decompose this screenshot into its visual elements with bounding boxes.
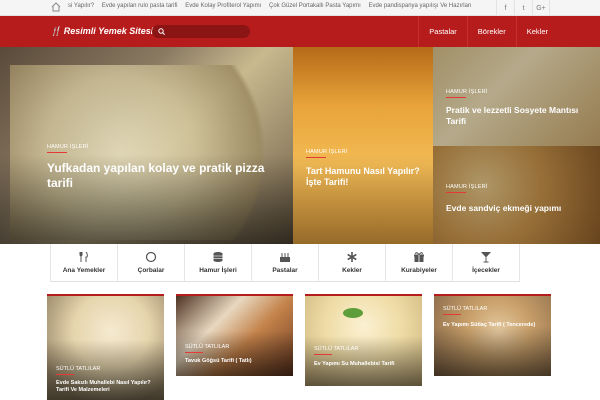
card-overlay [434,326,551,376]
category-badge[interactable]: HAMUR İŞLERİ [446,184,488,193]
card-top-line [176,294,293,296]
asterisk-icon [347,252,357,262]
hero-tile-pizza[interactable]: HAMUR İŞLERİ Yufkadan yapılan kolay ve p… [0,47,293,244]
category-hamur-isleri[interactable]: Hamur İşleri [185,244,252,281]
category-badge[interactable]: SÜTLÜ TATLILAR [443,306,487,315]
card-overlay [176,331,293,376]
category-label: Çorbalar [137,267,165,274]
card-top-line [305,294,422,296]
category-icecekler[interactable]: İçecekler [453,244,520,281]
home-icon[interactable] [51,2,61,12]
ticker-item[interactable]: Çok Güzel Portakallı Pasta Yapımı [269,3,361,9]
card-title[interactable]: Ev Yapımı Su Muhallebisi Tarifi [314,361,414,368]
category-label: Ana Yemekler [62,267,106,274]
ticker-item[interactable]: Evde pandispanya yapılışı Ve Hazırlan [369,3,472,9]
hero-title[interactable]: Yufkadan yapılan kolay ve pratik pizza t… [47,161,287,191]
social-links: f t G+ [496,0,550,16]
category-label: Hamur İşleri [199,267,237,274]
recipe-card[interactable]: SÜTLÜ TATLILAR Tavuk Göğsü Tarifi ( Tatl… [176,294,293,376]
nav-item-pastalar[interactable]: Pastalar [418,16,467,47]
news-ticker: si Yapılır? Evde yapılan rulo pasta tari… [68,3,477,9]
card-title[interactable]: Tavuk Göğsü Tarifi ( Tatlı) [185,358,285,365]
hero-tile-sandvic[interactable]: HAMUR İŞLERİ Evde sandviç ekmeği yapımı [433,146,600,244]
card-title[interactable]: Evde Sakızlı Muhallebi Nasıl Yapılır? Ta… [56,380,156,394]
site-logo[interactable]: 🍴 Resimli Yemek Sitesi [50,26,153,37]
category-badge[interactable]: SÜTLÜ TATLILAR [56,366,100,375]
ticker-item[interactable]: Evde yapılan rulo pasta tarifi [102,3,178,9]
recipe-card[interactable]: SÜTLÜ TATLILAR Ev Yapımı Sütlaç Tarifi (… [434,294,551,376]
category-bar: Ana Yemekler Çorbalar Hamur İşleri Pasta… [50,244,520,282]
card-top-line [47,294,164,296]
utensils-icon: 🍴 [50,26,62,36]
card-top-line [434,294,551,296]
category-badge[interactable]: HAMUR İŞLERİ [446,89,488,98]
recipe-card[interactable]: SÜTLÜ TATLILAR Evde Sakızlı Muhallebi Na… [47,294,164,400]
google-plus-icon[interactable]: G+ [532,0,550,16]
category-kekler[interactable]: Kekler [319,244,386,281]
recipe-card[interactable]: SÜTLÜ TATLILAR Ev Yapımı Su Muhallebisi … [305,294,422,386]
cake-icon [280,253,290,262]
category-badge[interactable]: HAMUR İŞLERİ [306,149,348,158]
category-badge[interactable]: HAMUR İŞLERİ [47,144,89,153]
hero-tile-tart[interactable]: HAMUR İŞLERİ Tart Hamunu Nasıl Yapılır? … [293,47,433,244]
category-badge[interactable]: SÜTLÜ TATLILAR [314,346,358,355]
category-label: Kurabiyeler [401,267,437,274]
ticker-item[interactable]: si Yapılır? [68,3,94,9]
category-label: Kekler [342,267,362,274]
bowl-icon [145,251,157,263]
hero-title[interactable]: Pratik ve lezzetli Sosyete Mantısı Tarif… [446,105,596,126]
facebook-icon[interactable]: f [496,0,514,16]
hero-title[interactable]: Evde sandviç ekmeği yapımı [446,203,586,214]
nav-item-kekler[interactable]: Kekler [515,16,558,47]
hero-title[interactable]: Tart Hamunu Nasıl Yapılır? İşte Tarifi! [306,166,421,189]
glass-icon [481,252,491,263]
fork-knife-icon [79,251,88,262]
search-icon [158,28,165,35]
category-corbalar[interactable]: Çorbalar [118,244,185,281]
logo-text: Resimli Yemek Sitesi [63,26,154,36]
top-bar: si Yapılır? Evde yapılan rulo pasta tari… [0,0,600,16]
category-pastalar[interactable]: Pastalar [252,244,319,281]
main-nav: Pastalar Börekler Kekler [418,16,558,47]
gift-icon [414,252,424,262]
stack-icon [213,252,223,262]
hero-tile-manti[interactable]: HAMUR İŞLERİ Pratik ve lezzetli Sosyete … [433,47,600,146]
mint-leaf [343,308,363,318]
category-kurabiyeler[interactable]: Kurabiyeler [386,244,453,281]
nav-item-borekler[interactable]: Börekler [466,16,516,47]
twitter-icon[interactable]: t [514,0,532,16]
category-label: İçecekler [472,267,500,274]
card-title[interactable]: Ev Yapımı Sütlaç Tarifi ( Tencerede) [443,322,543,329]
search-input[interactable] [152,25,250,38]
ticker-item[interactable]: Evde Kolay Profiterol Yapımı [185,3,261,9]
category-badge[interactable]: SÜTLÜ TATLILAR [185,344,229,353]
category-label: Pastalar [272,267,298,274]
site-header: 🍴 Resimli Yemek Sitesi Pastalar Börekler… [0,16,600,47]
category-ana-yemekler[interactable]: Ana Yemekler [50,244,118,281]
